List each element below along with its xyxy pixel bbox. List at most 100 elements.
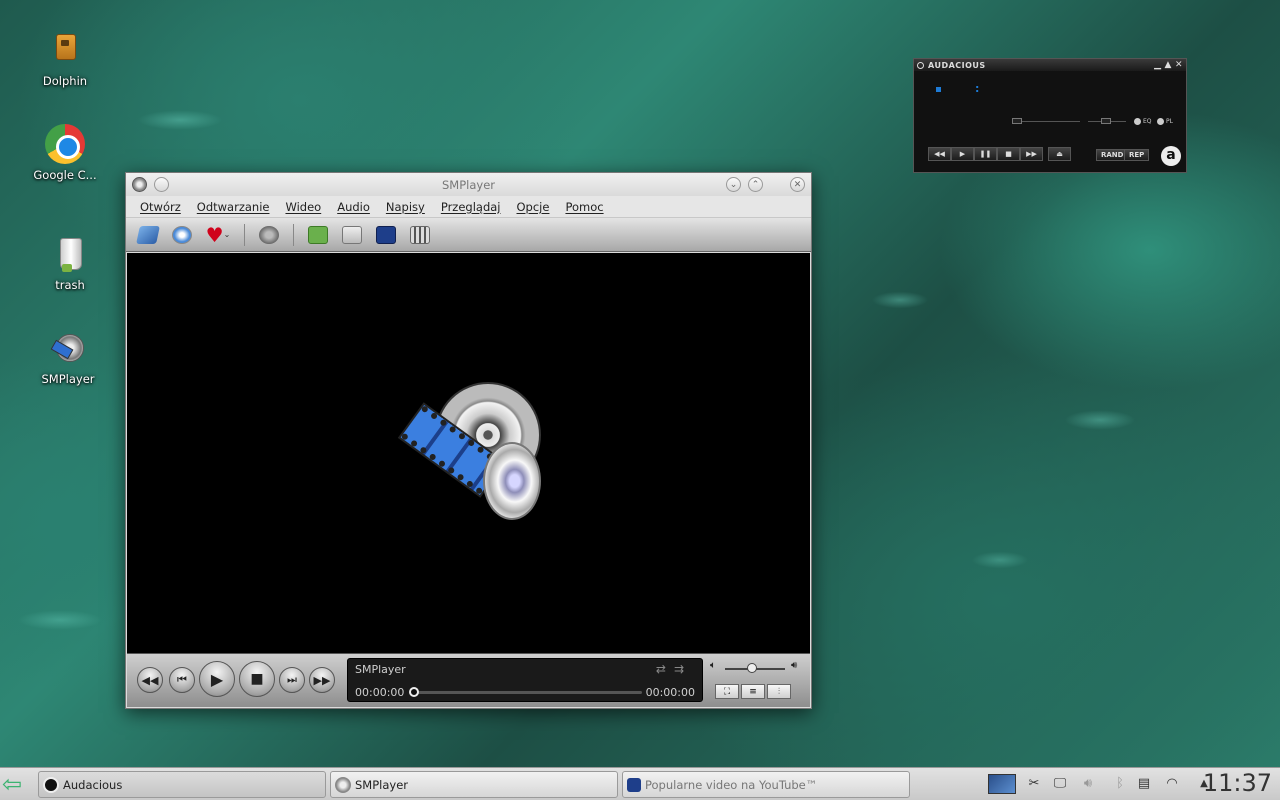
volume-slider-knob[interactable]	[1012, 118, 1022, 124]
clock[interactable]: 11:37	[1203, 769, 1272, 797]
stop-button[interactable]: ■	[997, 147, 1020, 161]
scissors-icon[interactable]: ✂	[1026, 776, 1042, 792]
repeat-button[interactable]: REP	[1124, 149, 1150, 161]
previous-button[interactable]: ◀◀	[928, 147, 951, 161]
globe-icon	[172, 225, 192, 244]
seek-handle[interactable]	[409, 687, 419, 697]
pin-icon[interactable]	[154, 177, 169, 192]
maximize-icon[interactable]: ⌃	[748, 177, 763, 192]
display-icon[interactable]: 🖵︎	[1052, 776, 1068, 792]
open-file-button[interactable]	[134, 222, 162, 248]
equalizer-button[interactable]	[406, 222, 434, 248]
playlist-button[interactable]: ≡	[741, 684, 765, 699]
clipboard-icon[interactable]: ▤	[1136, 776, 1152, 792]
volume-slider-track[interactable]	[1012, 121, 1080, 122]
screenshot-button[interactable]	[372, 222, 400, 248]
desktop-icon-smplayer[interactable]: SMPlayer	[20, 328, 116, 386]
desktop-icon-label: SMPlayer	[41, 372, 95, 386]
smplayer-window: SMPlayer ⌄ ⌃ ✕ Otwórz Odtwarzanie Wideo …	[125, 172, 812, 709]
smplayer-icon	[335, 776, 351, 793]
time-display: :	[975, 82, 980, 95]
menu-bar: Otwórz Odtwarzanie Wideo Audio Napisy Pr…	[126, 196, 811, 218]
smplayer-icon	[48, 328, 88, 368]
task-smplayer[interactable]: SMPlayer	[330, 771, 618, 798]
audacious-titlebar[interactable]: AUDACIOUS ▁ ▲ ✕	[914, 59, 1186, 71]
dolphin-icon	[45, 30, 85, 70]
task-youtube[interactable]: Popularne video na YouTube™	[622, 771, 910, 798]
audacious-logo: a	[1161, 146, 1181, 166]
smplayer-logo	[397, 378, 547, 523]
fullscreen-button[interactable]: ⛶	[715, 684, 739, 699]
eq-label: EQ	[1143, 118, 1152, 125]
seek-bar[interactable]	[410, 691, 642, 694]
menu-play[interactable]: Odtwarzanie	[189, 200, 278, 214]
smplayer-titlebar[interactable]: SMPlayer ⌄ ⌃ ✕	[126, 173, 811, 196]
repeat-shuffle-icons[interactable]: ⇄⇉	[656, 662, 692, 676]
menu-browse[interactable]: Przeglądaj	[433, 200, 509, 214]
wifi-icon[interactable]: ◠	[1164, 776, 1180, 792]
balance-slider-knob[interactable]	[1101, 118, 1111, 124]
pl-indicator-icon	[1157, 118, 1164, 125]
rewind-button[interactable]: ◀◀	[137, 667, 163, 693]
smplayer-window-icon[interactable]	[132, 177, 147, 192]
shade-icon[interactable]: ▲	[1165, 60, 1172, 70]
audacious-window: AUDACIOUS ▁ ▲ ✕ : EQ PL ◀◀ ▶ ❚❚ ■ ▶▶ ⏏ R…	[913, 58, 1187, 173]
visualizer-dot	[936, 87, 941, 92]
menu-audio[interactable]: Audio	[329, 200, 378, 214]
menu-open[interactable]: Otwórz	[132, 200, 189, 214]
close-icon[interactable]: ✕	[790, 177, 805, 192]
previous-button[interactable]: ⏮	[169, 667, 195, 693]
forward-button[interactable]: ▶▶	[309, 667, 335, 693]
next-button[interactable]: ⏭	[279, 667, 305, 693]
desktop-icon-chrome[interactable]: Google C...	[17, 124, 113, 182]
trash-icon	[50, 234, 90, 274]
video-area[interactable]	[127, 253, 810, 653]
toolbar: ♥ ⌄	[126, 218, 811, 252]
play-button[interactable]: ▶	[199, 661, 235, 697]
pl-label: PL	[1166, 118, 1173, 125]
task-label: Audacious	[63, 777, 123, 792]
toolbar-separator	[244, 223, 245, 246]
volume-low-icon: 🔈︎	[710, 660, 716, 671]
info-button[interactable]	[304, 222, 332, 248]
kickoff-launcher-icon[interactable]: ⇦	[2, 771, 28, 797]
close-icon[interactable]: ✕	[1175, 60, 1183, 70]
next-button[interactable]: ▶▶	[1020, 147, 1043, 161]
pl-toggle[interactable]: PL	[1157, 118, 1173, 125]
sliders-icon	[410, 225, 430, 244]
bluetooth-icon[interactable]: ᛒ	[1112, 776, 1128, 792]
desktop-icon-label: trash	[55, 278, 85, 292]
volume-icon[interactable]: 🔊︎	[1080, 776, 1096, 792]
minimize-icon[interactable]: ⌄	[726, 177, 741, 192]
volume-handle[interactable]	[747, 663, 757, 673]
desktop-icon-dolphin[interactable]: Dolphin	[17, 30, 113, 88]
menu-options[interactable]: Opcje	[509, 200, 558, 214]
menu-help[interactable]: Pomoc	[557, 200, 611, 214]
disc-icon	[259, 225, 279, 244]
eject-button[interactable]: ⏏	[1048, 147, 1071, 161]
stop-button[interactable]: ■	[239, 661, 275, 697]
desktop-icon-trash[interactable]: trash	[22, 234, 118, 292]
eq-toggle[interactable]: EQ	[1134, 118, 1152, 125]
taskbar: ⇦ Audacious SMPlayer Popularne video na …	[0, 767, 1280, 800]
pause-button[interactable]: ❚❚	[974, 147, 997, 161]
favorites-button[interactable]: ♥ ⌄	[202, 222, 234, 248]
smplayer-icon	[627, 777, 641, 792]
stop-toolbar-button[interactable]	[255, 222, 283, 248]
window-title: SMPlayer	[441, 177, 495, 192]
time-current: 00:00:00	[355, 686, 405, 699]
subtitles-button[interactable]	[338, 222, 366, 248]
audacious-menu-icon[interactable]	[917, 61, 924, 69]
open-url-button[interactable]	[168, 222, 196, 248]
menu-video[interactable]: Wideo	[277, 200, 329, 214]
minimize-icon[interactable]: ▁	[1154, 60, 1161, 70]
audacious-icon	[43, 776, 59, 793]
equalizer-toggle-button[interactable]: ⫶	[767, 684, 791, 699]
task-audacious[interactable]: Audacious	[38, 771, 326, 798]
pager-icon[interactable]	[988, 774, 1016, 794]
status-display: SMPlayer ⇄⇉ 00:00:00 00:00:00	[347, 658, 703, 702]
chrome-icon	[45, 124, 85, 164]
menu-subtitles[interactable]: Napisy	[378, 200, 433, 214]
desktop-icon-label: Dolphin	[42, 74, 88, 88]
play-button[interactable]: ▶	[951, 147, 974, 161]
